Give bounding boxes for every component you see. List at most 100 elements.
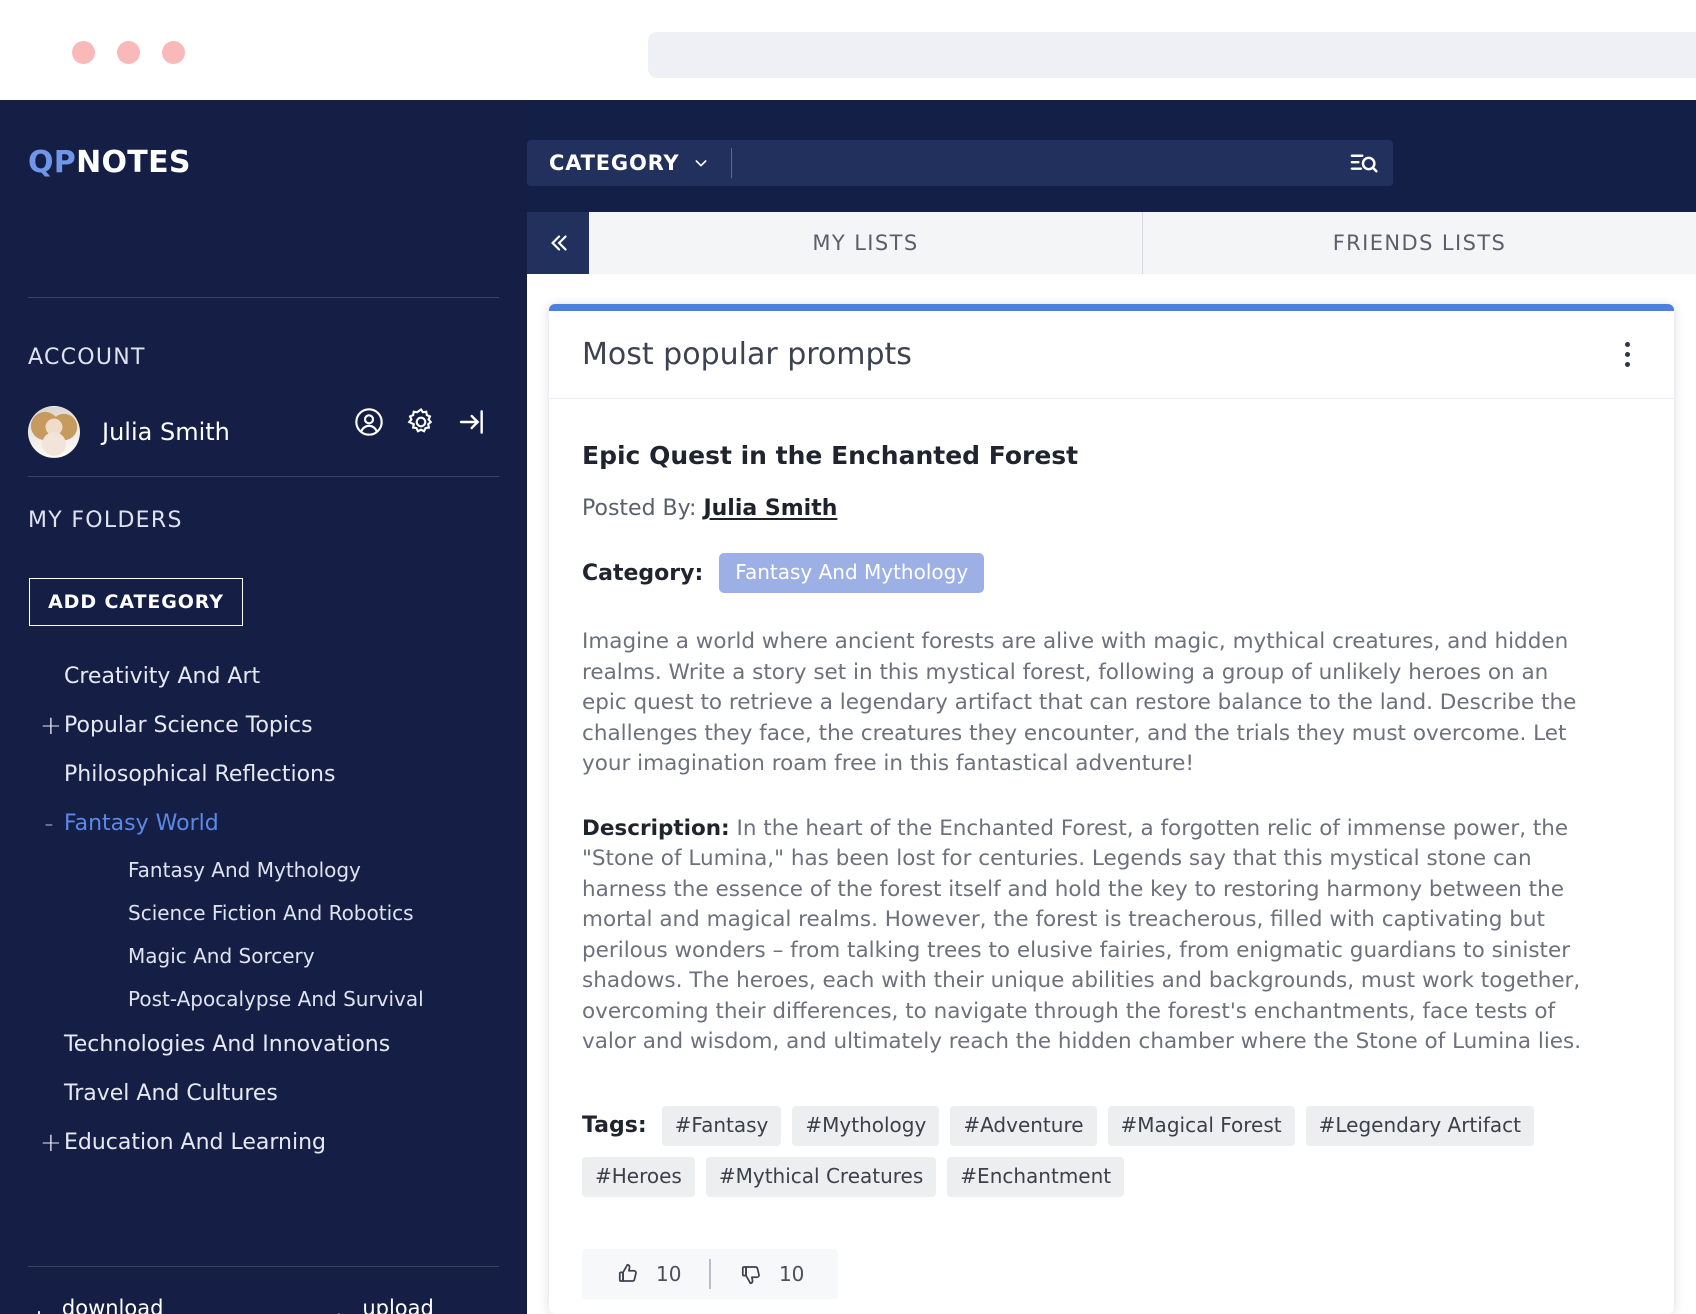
subfolder-item[interactable]: Magic And Sorcery bbox=[28, 934, 499, 977]
folder-item[interactable]: Technologies And Innovations bbox=[28, 1020, 499, 1069]
kebab-dot bbox=[1625, 352, 1630, 357]
app-shell: QPNOTES ACCOUNT Julia Smith bbox=[0, 100, 1696, 1314]
tab-friends-lists[interactable]: FRIENDS LISTS bbox=[1142, 212, 1696, 274]
tab-my-lists[interactable]: MY LISTS bbox=[589, 212, 1142, 274]
sidebar-footer-links: download prompts upload prompts bbox=[28, 1296, 527, 1314]
kebab-menu-icon[interactable] bbox=[1615, 336, 1640, 373]
folder-item[interactable]: Creativity And Art bbox=[28, 652, 499, 701]
prompt-card: Most popular prompts Epic Quest in the E… bbox=[549, 304, 1674, 1314]
account-name: Julia Smith bbox=[102, 418, 230, 446]
tag-item[interactable]: #Fantasy bbox=[662, 1106, 782, 1146]
browser-window: QPNOTES ACCOUNT Julia Smith bbox=[0, 0, 1696, 1314]
download-icon bbox=[28, 1309, 50, 1314]
vote-bar: 10 10 bbox=[582, 1249, 838, 1299]
search-input[interactable] bbox=[732, 140, 1333, 186]
kebab-dot bbox=[1625, 362, 1630, 367]
logout-icon[interactable] bbox=[457, 406, 489, 438]
posted-by-label: Posted By: bbox=[582, 496, 696, 521]
tag-item[interactable]: #Mythical Creatures bbox=[706, 1157, 936, 1197]
category-badge[interactable]: Fantasy And Mythology bbox=[719, 553, 984, 593]
like-button[interactable]: 10 bbox=[604, 1261, 693, 1287]
folder-expand-icon[interactable]: + bbox=[40, 713, 58, 739]
download-prompts-label: download prompts bbox=[62, 1296, 257, 1314]
tags-label: Tags: bbox=[582, 1113, 647, 1138]
tab-strip: MY LISTS FRIENDS LISTS bbox=[527, 212, 1696, 274]
folder-item[interactable]: Travel And Cultures bbox=[28, 1069, 499, 1118]
folder-expand-icon[interactable]: + bbox=[40, 1130, 58, 1156]
folder-label: Travel And Cultures bbox=[64, 1081, 278, 1106]
subfolder-item[interactable]: Science Fiction And Robotics bbox=[28, 891, 499, 934]
folder-item[interactable]: + Education And Learning bbox=[28, 1118, 499, 1167]
sidebar-divider-bottom bbox=[28, 1266, 499, 1267]
post-author-row: Posted By: Julia Smith bbox=[582, 496, 1641, 521]
subfolder-label: Magic And Sorcery bbox=[128, 944, 315, 968]
category-dropdown-label: CATEGORY bbox=[549, 151, 679, 175]
thumbs-up-icon bbox=[616, 1261, 642, 1287]
folder-label: Technologies And Innovations bbox=[64, 1032, 390, 1057]
tag-item[interactable]: #Heroes bbox=[582, 1157, 695, 1197]
app-logo[interactable]: QPNOTES bbox=[28, 145, 191, 180]
subfolder-label: Fantasy And Mythology bbox=[128, 858, 361, 882]
category-label: Category: bbox=[582, 561, 703, 586]
category-dropdown[interactable]: CATEGORY bbox=[527, 140, 731, 186]
top-search-area: CATEGORY bbox=[527, 100, 1696, 212]
minimize-window-dot[interactable] bbox=[117, 41, 140, 64]
browser-chrome bbox=[0, 0, 1696, 100]
account-section-label: ACCOUNT bbox=[28, 345, 146, 370]
post-category-row: Category: Fantasy And Mythology bbox=[582, 553, 1641, 593]
tag-item[interactable]: #Magical Forest bbox=[1108, 1106, 1295, 1146]
chevron-down-icon bbox=[693, 155, 709, 171]
post-title: Epic Quest in the Enchanted Forest bbox=[582, 441, 1641, 470]
search-submit-button[interactable] bbox=[1333, 140, 1393, 186]
tag-item[interactable]: #Mythology bbox=[792, 1106, 939, 1146]
subfolder-label: Science Fiction And Robotics bbox=[128, 901, 414, 925]
search-bar: CATEGORY bbox=[527, 140, 1393, 186]
vote-divider bbox=[709, 1259, 711, 1289]
card-accent-bar bbox=[549, 304, 1674, 311]
post-prompt-text: Imagine a world where ancient forests ar… bbox=[582, 627, 1587, 780]
tag-item[interactable]: #Enchantment bbox=[947, 1157, 1124, 1197]
folder-label: Philosophical Reflections bbox=[64, 762, 335, 787]
like-count: 10 bbox=[656, 1262, 681, 1286]
description-label: Description: bbox=[582, 816, 730, 841]
description-text: In the heart of the Enchanted Forest, a … bbox=[582, 816, 1581, 1055]
card-header: Most popular prompts bbox=[549, 311, 1674, 399]
search-list-icon bbox=[1348, 148, 1379, 179]
card-title: Most popular prompts bbox=[582, 337, 912, 372]
upload-prompts-link[interactable]: upload prompts bbox=[328, 1296, 527, 1314]
close-window-dot[interactable] bbox=[72, 41, 95, 64]
folder-collapse-icon[interactable]: - bbox=[40, 811, 58, 837]
dislike-count: 10 bbox=[779, 1262, 804, 1286]
upload-icon bbox=[328, 1309, 350, 1314]
subfolder-label: Post-Apocalypse And Survival bbox=[128, 987, 424, 1011]
folder-label: Fantasy World bbox=[64, 811, 219, 836]
address-bar[interactable] bbox=[648, 32, 1696, 78]
kebab-dot bbox=[1625, 342, 1630, 347]
folder-item-active[interactable]: - Fantasy World bbox=[28, 799, 499, 848]
avatar bbox=[28, 406, 80, 458]
content-area: Most popular prompts Epic Quest in the E… bbox=[527, 274, 1696, 1314]
prompt-post: Epic Quest in the Enchanted Forest Poste… bbox=[549, 399, 1674, 1299]
folder-item[interactable]: + Popular Science Topics bbox=[28, 701, 499, 750]
gear-icon[interactable] bbox=[405, 406, 437, 438]
maximize-window-dot[interactable] bbox=[162, 41, 185, 64]
tag-item[interactable]: #Adventure bbox=[950, 1106, 1096, 1146]
download-prompts-link[interactable]: download prompts bbox=[28, 1296, 256, 1314]
sidebar-collapse-button[interactable] bbox=[527, 212, 589, 274]
post-description: Description: In the heart of the Enchant… bbox=[582, 814, 1587, 1058]
post-tags: Tags: #Fantasy #Mythology #Adventure #Ma… bbox=[582, 1106, 1592, 1197]
logo-suffix: NOTES bbox=[76, 145, 191, 180]
tag-item[interactable]: #Legendary Artifact bbox=[1306, 1106, 1534, 1146]
logo-prefix: QP bbox=[28, 145, 76, 180]
dislike-button[interactable]: 10 bbox=[727, 1261, 816, 1287]
subfolder-item[interactable]: Post-Apocalypse And Survival bbox=[28, 977, 499, 1020]
subfolder-item[interactable]: Fantasy And Mythology bbox=[28, 848, 499, 891]
upload-prompts-label: upload prompts bbox=[362, 1296, 527, 1314]
post-author-link[interactable]: Julia Smith bbox=[703, 496, 837, 521]
sidebar-divider-top bbox=[28, 297, 499, 298]
folder-item[interactable]: Philosophical Reflections bbox=[28, 750, 499, 799]
add-category-button[interactable]: ADD CATEGORY bbox=[29, 578, 243, 626]
account-actions bbox=[353, 406, 489, 438]
folder-label: Education And Learning bbox=[64, 1130, 326, 1155]
user-circle-icon[interactable] bbox=[353, 406, 385, 438]
